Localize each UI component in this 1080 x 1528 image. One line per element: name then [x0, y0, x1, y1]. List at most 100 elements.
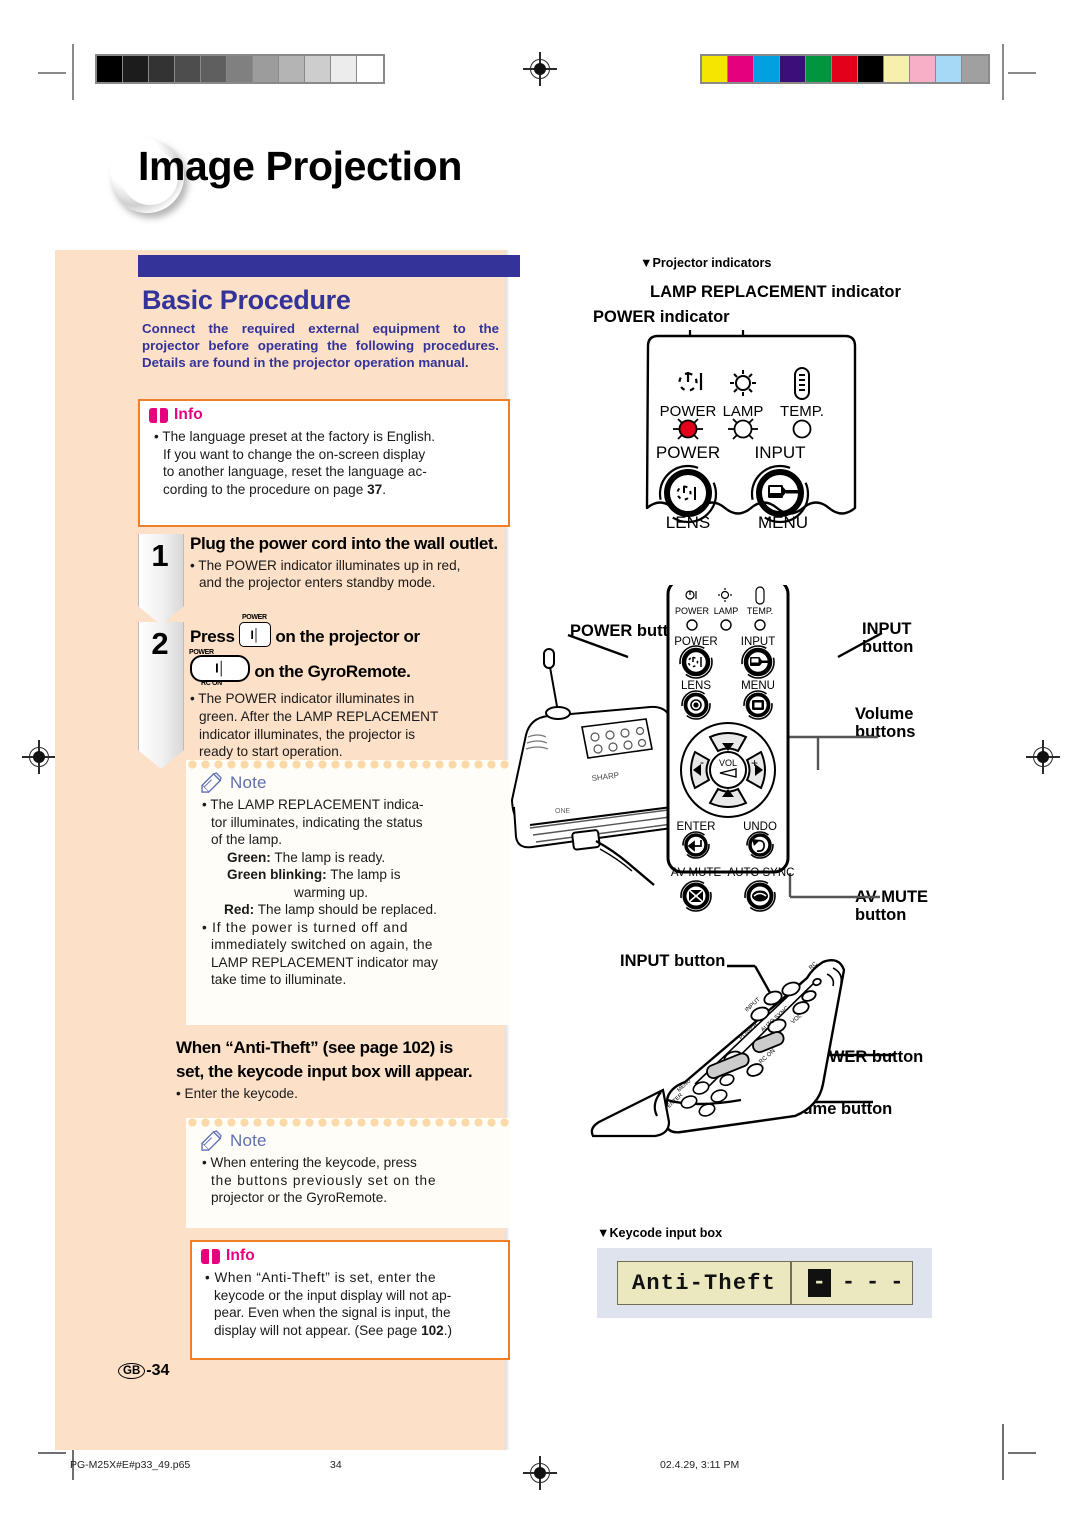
antitheft-heading-block: When “Anti-Theft” (see page 102) is set,…	[176, 1038, 510, 1103]
antitheft-bullet: • Enter the keycode.	[176, 1085, 510, 1103]
page-folio: GB -34	[118, 1362, 169, 1380]
color-bar-1	[728, 56, 754, 82]
gray-step-1	[123, 56, 149, 82]
projector-power-icon-label: POWER	[241, 614, 267, 621]
crop-mark-bottom-right-h	[1008, 1452, 1036, 1454]
status-term: Green blinking:	[227, 867, 327, 883]
section-intro-text: Connect the required external equipment …	[142, 320, 499, 371]
status-desc: The lamp should be replaced.	[257, 902, 437, 918]
step-1: 1 Plug the power cord into the wall outl…	[138, 534, 510, 625]
step-2-line: indicator illuminates, the projector is	[199, 726, 416, 742]
info-line: to another language, reset the language …	[163, 464, 427, 480]
keycode-input-box-figure: Anti-Theft ----	[597, 1248, 932, 1318]
svg-text:LENS: LENS	[666, 513, 710, 530]
section-accent-bar	[138, 255, 520, 277]
projector-power-button-icon: Ι│ POWER	[238, 614, 271, 647]
status-desc: warming up.	[294, 884, 369, 900]
step-2-title-line1: Press Ι│ POWER on the projector or	[190, 614, 510, 648]
crop-mark-top-left-v	[72, 44, 74, 100]
info-line: • The language preset at the factory is …	[154, 429, 436, 444]
page-reference: 102	[421, 1322, 444, 1338]
gray-step-2	[149, 56, 175, 82]
keycode-slot-2[interactable]: -	[866, 1272, 879, 1294]
step-1-line: • The POWER indicator illuminates up in …	[190, 557, 461, 573]
keycode-osd: Anti-Theft ----	[617, 1261, 913, 1305]
lamp-replacement-indicator-label: LAMP REPLACEMENT indicator	[650, 283, 901, 301]
info-line: pear. Even when the signal is input, the	[214, 1305, 451, 1321]
step-2-line: green. After the LAMP REPLACEMENT	[199, 709, 439, 724]
gray-step-10	[357, 56, 383, 82]
book-icon	[201, 1248, 220, 1264]
keycode-slot-3[interactable]: -	[890, 1272, 903, 1294]
svg-text:MENU: MENU	[758, 513, 808, 530]
info-line: cording to the procedure on page 37.	[163, 481, 386, 497]
step-2-body: • The POWER indicator illuminates in gre…	[190, 690, 510, 760]
antitheft-heading-line2: set, the keycode input box will appear.	[176, 1061, 473, 1081]
book-icon	[149, 407, 168, 423]
svg-text:LAMP: LAMP	[714, 606, 739, 616]
svg-text:INPUT: INPUT	[755, 443, 806, 462]
power-indicator-label: POWER indicator	[593, 308, 730, 326]
info-label: Info	[226, 1247, 255, 1264]
note-box-lamp-status: Note • The LAMP REPLACEMENT indica- tor …	[186, 760, 510, 1025]
svg-text:POWER: POWER	[660, 403, 717, 420]
color-bar-8	[910, 56, 936, 82]
color-bar-2	[754, 56, 780, 82]
footer-filename: PG-M25X#E#p33_49.p65	[70, 1459, 191, 1471]
antitheft-bullet-text: • Enter the keycode.	[176, 1086, 298, 1102]
info-line: If you want to change the on-screen disp…	[163, 446, 426, 462]
keycode-title: Anti-Theft	[632, 1270, 777, 1296]
note-line: • If the power is turned off and	[202, 919, 409, 935]
keycode-slot-0[interactable]: -	[807, 1269, 831, 1297]
svg-text:POWER: POWER	[675, 606, 710, 616]
svg-text:-: -	[700, 755, 704, 769]
note-box-body: • The LAMP REPLACEMENT indica- tor illum…	[186, 793, 510, 989]
status-desc: The lamp is ready.	[274, 849, 386, 865]
projector-with-panel-figure: SHARP ONE POWER LAMP TEMP. POWER INPUT L…	[510, 585, 883, 899]
color-bar-3	[780, 56, 806, 82]
footer-page-number: 34	[330, 1459, 342, 1471]
info-box-body: • The language preset at the factory is …	[140, 424, 508, 498]
step-2-title-tail2: on the GyroRemote.	[254, 661, 411, 681]
color-bar-10	[962, 56, 988, 82]
status-term: Red:	[224, 902, 255, 918]
info-box-body: • When “Anti-Theft” is set, enter the ke…	[192, 1265, 508, 1339]
note-line: projector or the GyroRemote.	[211, 1190, 388, 1206]
note-status-line: warming up.	[202, 884, 502, 902]
registration-mark-left	[22, 740, 56, 774]
av-mute-autosync-buttons-figure	[680, 880, 776, 912]
gyroremote-figure: INPUT AUTO SYNC VOL RC POWER RC ON MENU …	[590, 959, 895, 1138]
note-line: of the lamp.	[211, 832, 283, 848]
step-2-title-line2: Ι│ POWER RC ON on the GyroRemote.	[189, 649, 510, 687]
note-line: take time to illuminate.	[211, 972, 347, 988]
step-1-line: and the projector enters standby mode.	[199, 575, 436, 591]
note-box-dotted-edge	[186, 1118, 510, 1127]
section-title: Basic Procedure	[142, 285, 351, 315]
keycode-slot-1[interactable]: -	[842, 1272, 855, 1294]
note-line: the buttons previously set on the	[211, 1172, 437, 1188]
step-1-number: 1	[151, 538, 169, 573]
crop-mark-bottom-left-h	[38, 1452, 66, 1454]
note-box-keycode: Note • When entering the keycode, press …	[186, 1118, 510, 1228]
svg-text:+: +	[751, 756, 758, 770]
step-2: 2 Press Ι│ POWER on the projector or Ι│ …	[138, 614, 510, 769]
step-1-title: Plug the power cord into the wall outlet…	[190, 534, 498, 553]
note-status-line: Red: The lamp should be replaced.	[202, 901, 502, 919]
gray-step-4	[201, 56, 227, 82]
status-desc: The lamp is	[330, 867, 401, 883]
color-bar-6	[858, 56, 884, 82]
page-header: Image Projection	[110, 135, 570, 225]
svg-text:ONE: ONE	[555, 808, 571, 815]
gyroremote-power-icon-label-top: POWER	[189, 648, 214, 656]
page-title: Image Projection	[138, 143, 462, 189]
gyroremote-power-button-icon: Ι│ POWER RC ON	[189, 649, 250, 687]
crop-mark-top-left-h	[38, 72, 66, 74]
grayscale-calibration-strip	[95, 54, 385, 84]
keycode-slot-list[interactable]: ----	[792, 1269, 912, 1297]
page-reference: 37	[367, 481, 383, 497]
note-status-line: Green: The lamp is ready.	[202, 849, 502, 867]
color-bar-5	[832, 56, 858, 82]
svg-text:TEMP.: TEMP.	[780, 403, 824, 420]
folio-number: -34	[146, 1362, 170, 1379]
crop-mark-top-right-h	[1008, 72, 1036, 74]
